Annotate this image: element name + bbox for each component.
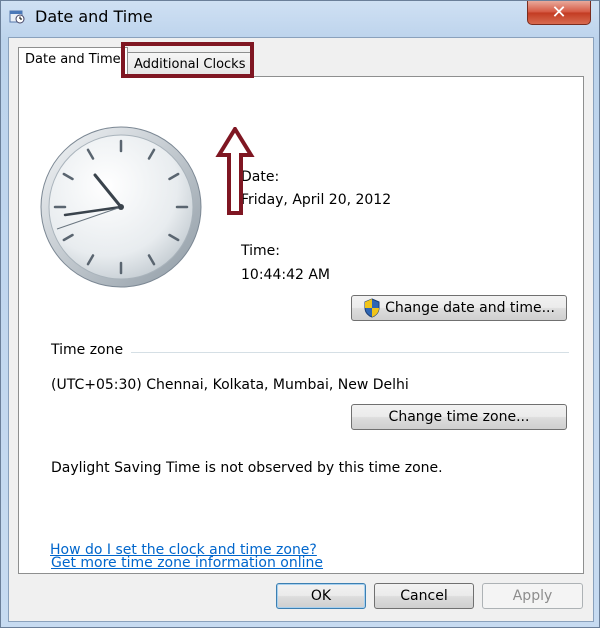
- time-zone-value: (UTC+05:30) Chennai, Kolkata, Mumbai, Ne…: [51, 377, 409, 393]
- cancel-button[interactable]: Cancel: [374, 583, 474, 609]
- tab-page-date-and-time: Date: Friday, April 20, 2012 Time: 10:44…: [18, 76, 584, 574]
- ok-button[interactable]: OK: [276, 583, 366, 609]
- window-title: Date and Time: [35, 7, 153, 26]
- date-and-time-window: Date and Time ✕ Date and Time Additional…: [0, 0, 600, 628]
- uac-shield-icon: [364, 298, 380, 318]
- annotation-highlight-box: [121, 42, 254, 78]
- change-time-zone-button[interactable]: Change time zone...: [351, 404, 567, 430]
- analog-clock: [40, 126, 202, 288]
- date-value: Friday, April 20, 2012: [241, 192, 392, 208]
- apply-button[interactable]: Apply: [482, 583, 583, 609]
- dialog-client-area: Date and Time Additional Clocks Date: Fr…: [8, 37, 594, 622]
- close-button[interactable]: ✕: [527, 1, 591, 25]
- tab-date-and-time[interactable]: Date and Time: [18, 47, 128, 77]
- date-time-app-icon: [9, 10, 25, 24]
- dst-note: Daylight Saving Time is not observed by …: [51, 460, 443, 476]
- change-date-and-time-button[interactable]: Change date and time...: [351, 295, 567, 321]
- change-date-and-time-label: Change date and time...: [385, 300, 555, 316]
- time-zone-heading: Time zone: [51, 342, 124, 358]
- close-icon: ✕: [551, 2, 567, 23]
- time-zone-divider: [131, 352, 569, 353]
- title-bar[interactable]: Date and Time ✕: [1, 1, 599, 37]
- time-label: Time:: [241, 243, 280, 259]
- time-value: 10:44:42 AM: [241, 267, 330, 283]
- clock-help-link[interactable]: How do I set the clock and time zone?: [50, 542, 317, 558]
- annotation-up-arrow-icon: [215, 127, 255, 215]
